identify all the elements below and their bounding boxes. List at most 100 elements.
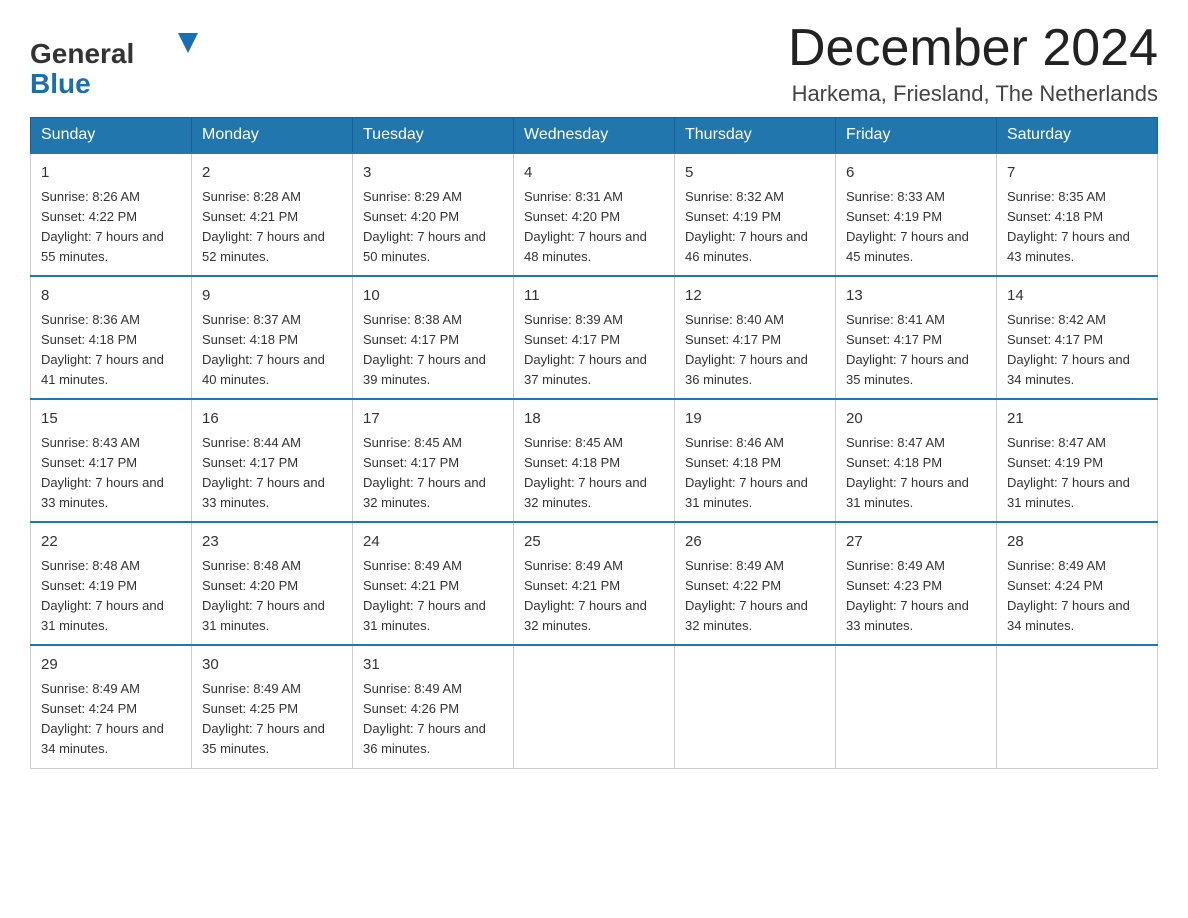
day-number: 29 xyxy=(41,654,181,677)
day-cell-2: 2Sunrise: 8:28 AMSunset: 4:21 PMDaylight… xyxy=(192,153,353,276)
day-info: Sunrise: 8:38 AMSunset: 4:17 PMDaylight:… xyxy=(363,310,503,391)
day-cell-20: 20Sunrise: 8:47 AMSunset: 4:18 PMDayligh… xyxy=(836,399,997,522)
day-number: 28 xyxy=(1007,531,1147,554)
day-info: Sunrise: 8:43 AMSunset: 4:17 PMDaylight:… xyxy=(41,433,181,514)
day-info: Sunrise: 8:47 AMSunset: 4:19 PMDaylight:… xyxy=(1007,433,1147,514)
day-info: Sunrise: 8:33 AMSunset: 4:19 PMDaylight:… xyxy=(846,187,986,268)
day-info: Sunrise: 8:48 AMSunset: 4:19 PMDaylight:… xyxy=(41,556,181,637)
day-number: 1 xyxy=(41,162,181,185)
day-cell-15: 15Sunrise: 8:43 AMSunset: 4:17 PMDayligh… xyxy=(31,399,192,522)
day-number: 6 xyxy=(846,162,986,185)
day-cell-16: 16Sunrise: 8:44 AMSunset: 4:17 PMDayligh… xyxy=(192,399,353,522)
day-number: 25 xyxy=(524,531,664,554)
day-cell-5: 5Sunrise: 8:32 AMSunset: 4:19 PMDaylight… xyxy=(675,153,836,276)
day-cell-31: 31Sunrise: 8:49 AMSunset: 4:26 PMDayligh… xyxy=(353,645,514,768)
day-info: Sunrise: 8:49 AMSunset: 4:24 PMDaylight:… xyxy=(1007,556,1147,637)
day-info: Sunrise: 8:45 AMSunset: 4:18 PMDaylight:… xyxy=(524,433,664,514)
day-cell-21: 21Sunrise: 8:47 AMSunset: 4:19 PMDayligh… xyxy=(997,399,1158,522)
weekday-header-row: SundayMondayTuesdayWednesdayThursdayFrid… xyxy=(31,118,1158,154)
svg-text:Blue: Blue xyxy=(30,68,91,99)
month-title: December 2024 xyxy=(788,20,1158,77)
day-cell-27: 27Sunrise: 8:49 AMSunset: 4:23 PMDayligh… xyxy=(836,522,997,645)
day-info: Sunrise: 8:29 AMSunset: 4:20 PMDaylight:… xyxy=(363,187,503,268)
day-info: Sunrise: 8:49 AMSunset: 4:25 PMDaylight:… xyxy=(202,679,342,760)
day-info: Sunrise: 8:46 AMSunset: 4:18 PMDaylight:… xyxy=(685,433,825,514)
day-info: Sunrise: 8:26 AMSunset: 4:22 PMDaylight:… xyxy=(41,187,181,268)
week-row-4: 22Sunrise: 8:48 AMSunset: 4:19 PMDayligh… xyxy=(31,522,1158,645)
week-row-5: 29Sunrise: 8:49 AMSunset: 4:24 PMDayligh… xyxy=(31,645,1158,768)
day-info: Sunrise: 8:37 AMSunset: 4:18 PMDaylight:… xyxy=(202,310,342,391)
day-number: 10 xyxy=(363,285,503,308)
day-info: Sunrise: 8:40 AMSunset: 4:17 PMDaylight:… xyxy=(685,310,825,391)
location-subtitle: Harkema, Friesland, The Netherlands xyxy=(788,81,1158,107)
day-number: 7 xyxy=(1007,162,1147,185)
day-number: 26 xyxy=(685,531,825,554)
weekday-header-thursday: Thursday xyxy=(675,118,836,154)
week-row-1: 1Sunrise: 8:26 AMSunset: 4:22 PMDaylight… xyxy=(31,153,1158,276)
empty-cell xyxy=(675,645,836,768)
day-cell-22: 22Sunrise: 8:48 AMSunset: 4:19 PMDayligh… xyxy=(31,522,192,645)
day-cell-11: 11Sunrise: 8:39 AMSunset: 4:17 PMDayligh… xyxy=(514,276,675,399)
day-cell-19: 19Sunrise: 8:46 AMSunset: 4:18 PMDayligh… xyxy=(675,399,836,522)
day-info: Sunrise: 8:36 AMSunset: 4:18 PMDaylight:… xyxy=(41,310,181,391)
svg-text:General: General xyxy=(30,38,134,69)
weekday-header-monday: Monday xyxy=(192,118,353,154)
day-info: Sunrise: 8:42 AMSunset: 4:17 PMDaylight:… xyxy=(1007,310,1147,391)
day-cell-14: 14Sunrise: 8:42 AMSunset: 4:17 PMDayligh… xyxy=(997,276,1158,399)
day-info: Sunrise: 8:49 AMSunset: 4:23 PMDaylight:… xyxy=(846,556,986,637)
day-number: 18 xyxy=(524,408,664,431)
day-cell-8: 8Sunrise: 8:36 AMSunset: 4:18 PMDaylight… xyxy=(31,276,192,399)
day-number: 8 xyxy=(41,285,181,308)
day-info: Sunrise: 8:28 AMSunset: 4:21 PMDaylight:… xyxy=(202,187,342,268)
calendar-table: SundayMondayTuesdayWednesdayThursdayFrid… xyxy=(30,117,1158,768)
day-cell-28: 28Sunrise: 8:49 AMSunset: 4:24 PMDayligh… xyxy=(997,522,1158,645)
day-number: 9 xyxy=(202,285,342,308)
weekday-header-friday: Friday xyxy=(836,118,997,154)
day-number: 14 xyxy=(1007,285,1147,308)
logo: General Blue xyxy=(30,20,215,100)
day-info: Sunrise: 8:49 AMSunset: 4:24 PMDaylight:… xyxy=(41,679,181,760)
day-info: Sunrise: 8:32 AMSunset: 4:19 PMDaylight:… xyxy=(685,187,825,268)
logo-svg: General Blue xyxy=(30,25,215,100)
day-cell-7: 7Sunrise: 8:35 AMSunset: 4:18 PMDaylight… xyxy=(997,153,1158,276)
day-number: 24 xyxy=(363,531,503,554)
day-number: 13 xyxy=(846,285,986,308)
day-number: 30 xyxy=(202,654,342,677)
weekday-header-tuesday: Tuesday xyxy=(353,118,514,154)
weekday-header-wednesday: Wednesday xyxy=(514,118,675,154)
day-number: 22 xyxy=(41,531,181,554)
day-cell-6: 6Sunrise: 8:33 AMSunset: 4:19 PMDaylight… xyxy=(836,153,997,276)
day-info: Sunrise: 8:41 AMSunset: 4:17 PMDaylight:… xyxy=(846,310,986,391)
week-row-2: 8Sunrise: 8:36 AMSunset: 4:18 PMDaylight… xyxy=(31,276,1158,399)
day-cell-18: 18Sunrise: 8:45 AMSunset: 4:18 PMDayligh… xyxy=(514,399,675,522)
day-info: Sunrise: 8:49 AMSunset: 4:21 PMDaylight:… xyxy=(363,556,503,637)
day-number: 19 xyxy=(685,408,825,431)
day-info: Sunrise: 8:31 AMSunset: 4:20 PMDaylight:… xyxy=(524,187,664,268)
day-cell-29: 29Sunrise: 8:49 AMSunset: 4:24 PMDayligh… xyxy=(31,645,192,768)
day-number: 27 xyxy=(846,531,986,554)
day-info: Sunrise: 8:45 AMSunset: 4:17 PMDaylight:… xyxy=(363,433,503,514)
page-header: General Blue December 2024 Harkema, Frie… xyxy=(30,20,1158,107)
day-number: 23 xyxy=(202,531,342,554)
day-number: 5 xyxy=(685,162,825,185)
day-cell-4: 4Sunrise: 8:31 AMSunset: 4:20 PMDaylight… xyxy=(514,153,675,276)
empty-cell xyxy=(836,645,997,768)
day-number: 12 xyxy=(685,285,825,308)
day-info: Sunrise: 8:49 AMSunset: 4:21 PMDaylight:… xyxy=(524,556,664,637)
day-info: Sunrise: 8:49 AMSunset: 4:22 PMDaylight:… xyxy=(685,556,825,637)
day-number: 4 xyxy=(524,162,664,185)
day-number: 20 xyxy=(846,408,986,431)
day-info: Sunrise: 8:44 AMSunset: 4:17 PMDaylight:… xyxy=(202,433,342,514)
day-cell-3: 3Sunrise: 8:29 AMSunset: 4:20 PMDaylight… xyxy=(353,153,514,276)
day-info: Sunrise: 8:35 AMSunset: 4:18 PMDaylight:… xyxy=(1007,187,1147,268)
day-number: 15 xyxy=(41,408,181,431)
day-number: 17 xyxy=(363,408,503,431)
day-cell-25: 25Sunrise: 8:49 AMSunset: 4:21 PMDayligh… xyxy=(514,522,675,645)
day-cell-23: 23Sunrise: 8:48 AMSunset: 4:20 PMDayligh… xyxy=(192,522,353,645)
day-cell-13: 13Sunrise: 8:41 AMSunset: 4:17 PMDayligh… xyxy=(836,276,997,399)
weekday-header-sunday: Sunday xyxy=(31,118,192,154)
day-info: Sunrise: 8:39 AMSunset: 4:17 PMDaylight:… xyxy=(524,310,664,391)
day-number: 11 xyxy=(524,285,664,308)
day-number: 31 xyxy=(363,654,503,677)
day-cell-30: 30Sunrise: 8:49 AMSunset: 4:25 PMDayligh… xyxy=(192,645,353,768)
